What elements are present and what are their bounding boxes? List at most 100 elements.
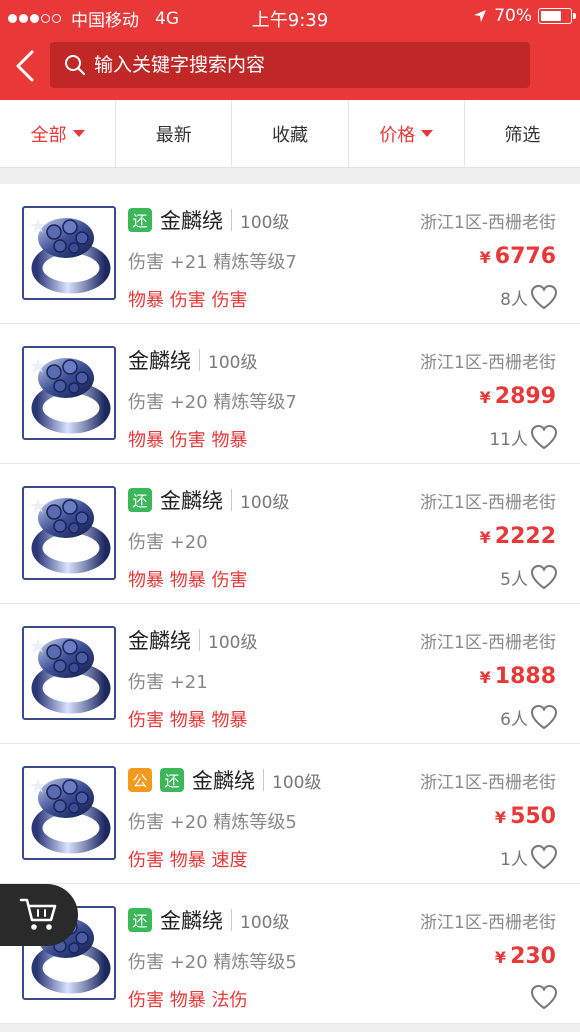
filter-bar: 全部 最新 收藏 价格 筛选: [0, 100, 580, 168]
search-input[interactable]: [94, 54, 494, 76]
filter-tab-label: 最新: [155, 124, 192, 146]
list-item[interactable]: 还 金麟绕 100级 浙江1区-西栅老街 伤害 +20 精炼等级5 ¥230 伤…: [0, 884, 580, 1024]
bargain-tag: 还: [128, 908, 152, 932]
app-header: 中国移动 4G 上午9:39 70%: [0, 0, 580, 100]
product-list: 还 金麟绕 100级 浙江1区-西栅老街 伤害 +21 精炼等级7 ¥6776 …: [0, 184, 580, 1024]
cart-button[interactable]: [0, 884, 78, 946]
dropdown-caret-icon: [421, 130, 434, 137]
currency-symbol: ¥: [479, 248, 491, 267]
heart-icon[interactable]: [530, 984, 558, 1010]
battery-fill: [541, 11, 561, 21]
divider: [231, 489, 232, 511]
heart-icon[interactable]: [530, 704, 558, 730]
price-value: 6776: [494, 244, 556, 269]
item-price: ¥6776: [480, 244, 556, 269]
price-value: 230: [510, 944, 556, 969]
filter-tab-label: 价格: [379, 124, 416, 146]
item-level: 100级: [208, 352, 258, 373]
price-value: 2222: [494, 524, 556, 549]
battery-percent: 70%: [494, 6, 532, 26]
item-price: ¥2899: [480, 384, 556, 409]
item-server: 浙江1区-西栅老街: [420, 913, 556, 933]
item-attributes: 伤害 物暴 法伤: [128, 990, 248, 1011]
clock: 上午9:39: [251, 10, 329, 31]
search-icon: [65, 55, 86, 76]
item-price: ¥550: [495, 804, 556, 829]
item-title-row: 金麟绕 100级: [128, 625, 257, 655]
item-attributes: 伤害 物暴 速度: [128, 850, 248, 871]
heart-icon[interactable]: [530, 844, 558, 870]
item-server: 浙江1区-西栅老街: [420, 213, 556, 233]
item-name: 金麟绕: [160, 489, 223, 513]
favorite-count: 8人: [500, 289, 528, 310]
battery-icon: [538, 8, 576, 24]
item-name: 金麟绕: [160, 909, 223, 933]
item-level: 100级: [240, 212, 290, 233]
item-stats: 伤害 +20: [128, 532, 208, 553]
location-arrow-icon: [474, 10, 487, 22]
filter-tab-label: 全部: [30, 124, 67, 146]
list-item[interactable]: 还 金麟绕 100级 浙江1区-西栅老街 伤害 +20 ¥2222 物暴 物暴 …: [0, 464, 580, 604]
item-attributes: 物暴 伤害 伤害: [128, 290, 248, 311]
price-value: 550: [510, 804, 556, 829]
favorite-area: [528, 984, 558, 1010]
public-tag: 公: [128, 768, 152, 792]
favorite-area: 11人: [489, 424, 558, 450]
filter-tab-latest[interactable]: 最新: [116, 100, 233, 167]
item-attributes: 伤害 物暴 物暴: [128, 710, 248, 731]
list-item[interactable]: 金麟绕 100级 浙江1区-西栅老街 伤害 +20 精炼等级7 ¥2899 物暴…: [0, 324, 580, 464]
item-image: [22, 346, 116, 440]
favorite-area: 5人: [500, 564, 558, 590]
status-bar: 中国移动 4G 上午9:39 70%: [0, 0, 580, 34]
search-bar[interactable]: [50, 42, 530, 88]
item-level: 100级: [272, 772, 322, 793]
list-item[interactable]: 公还 金麟绕 100级 浙江1区-西栅老街 伤害 +20 精炼等级5 ¥550 …: [0, 744, 580, 884]
item-stats: 伤害 +21 精炼等级7: [128, 252, 297, 273]
filter-tab-price[interactable]: 价格: [349, 100, 465, 167]
item-name: 金麟绕: [192, 769, 255, 793]
item-image: [22, 766, 116, 860]
item-price: ¥2222: [480, 524, 556, 549]
item-level: 100级: [240, 492, 290, 513]
bargain-tag: 还: [128, 208, 152, 232]
divider: [231, 909, 232, 931]
currency-symbol: ¥: [479, 668, 491, 687]
heart-icon[interactable]: [530, 424, 558, 450]
heart-icon[interactable]: [530, 564, 558, 590]
currency-symbol: ¥: [494, 808, 507, 827]
bargain-tag: 还: [128, 488, 152, 512]
filter-tab-favorites[interactable]: 收藏: [232, 100, 349, 167]
item-price: ¥1888: [480, 664, 556, 689]
price-value: 1888: [494, 664, 556, 689]
filter-tab-label: 筛选: [504, 124, 541, 146]
chevron-left-icon: [16, 50, 34, 82]
item-name: 金麟绕: [160, 209, 223, 233]
item-price: ¥230: [495, 944, 556, 969]
item-server: 浙江1区-西栅老街: [420, 353, 556, 373]
item-title-row: 还 金麟绕 100级: [128, 205, 289, 235]
filter-tab-all[interactable]: 全部: [0, 100, 117, 167]
favorite-count: 5人: [500, 569, 528, 590]
item-title-row: 金麟绕 100级: [128, 345, 257, 375]
item-name: 金麟绕: [128, 629, 191, 653]
back-button[interactable]: [12, 48, 40, 84]
item-level: 100级: [208, 632, 258, 653]
item-stats: 伤害 +20 精炼等级5: [128, 952, 297, 973]
favorite-count: 1人: [500, 849, 528, 870]
item-title-row: 公还 金麟绕 100级: [128, 765, 321, 795]
item-attributes: 物暴 物暴 伤害: [128, 570, 248, 591]
price-value: 2899: [494, 384, 556, 409]
filter-tab-filter[interactable]: 筛选: [465, 100, 580, 167]
favorite-count: 11人: [489, 429, 528, 450]
list-item[interactable]: 金麟绕 100级 浙江1区-西栅老街 伤害 +21 ¥1888 伤害 物暴 物暴…: [0, 604, 580, 744]
item-server: 浙江1区-西栅老街: [420, 773, 556, 793]
filter-tab-label: 收藏: [272, 124, 308, 146]
heart-icon[interactable]: [530, 284, 558, 310]
item-server: 浙江1区-西栅老街: [420, 633, 556, 653]
favorite-area: 8人: [500, 284, 558, 310]
item-level: 100级: [240, 912, 290, 933]
item-stats: 伤害 +21: [128, 672, 208, 693]
divider: [263, 769, 264, 791]
list-item[interactable]: 还 金麟绕 100级 浙江1区-西栅老街 伤害 +21 精炼等级7 ¥6776 …: [0, 184, 580, 324]
currency-symbol: ¥: [479, 528, 491, 547]
